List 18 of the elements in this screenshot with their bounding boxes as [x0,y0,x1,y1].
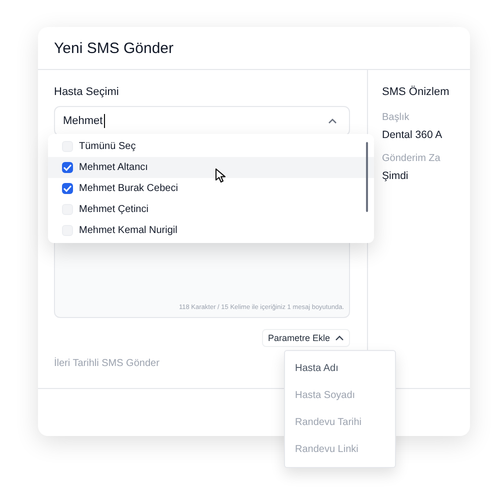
dialog-title: Yeni SMS Gönder [54,40,174,56]
preview-label: Gönderim Za [382,153,442,164]
add-parameter-button[interactable]: Parametre Ekle [262,329,350,347]
preview-title: SMS Önizlem [382,86,450,98]
checkbox[interactable] [62,162,73,173]
scrollbar[interactable] [366,142,368,212]
patient-option[interactable]: Mehmet Çetinci [48,199,374,220]
field-label: Hasta Seçimi [54,86,120,98]
preview-label: Başlık [382,112,410,123]
preview-value: Dental 360 A [382,129,444,141]
parameter-menu-item[interactable]: Hasta Adı [285,355,395,382]
patient-option[interactable]: Mehmet Burak Cebeci [48,178,374,199]
preview-value: Şimdi [382,170,410,182]
patient-option[interactable]: Mehmet Kemal Nurigil [48,220,374,241]
checkbox[interactable] [62,183,73,194]
patient-option[interactable]: Tümünü Seç [48,136,374,157]
patient-option[interactable]: Mehmet Altancı [48,157,374,178]
pointer-icon [215,168,226,183]
